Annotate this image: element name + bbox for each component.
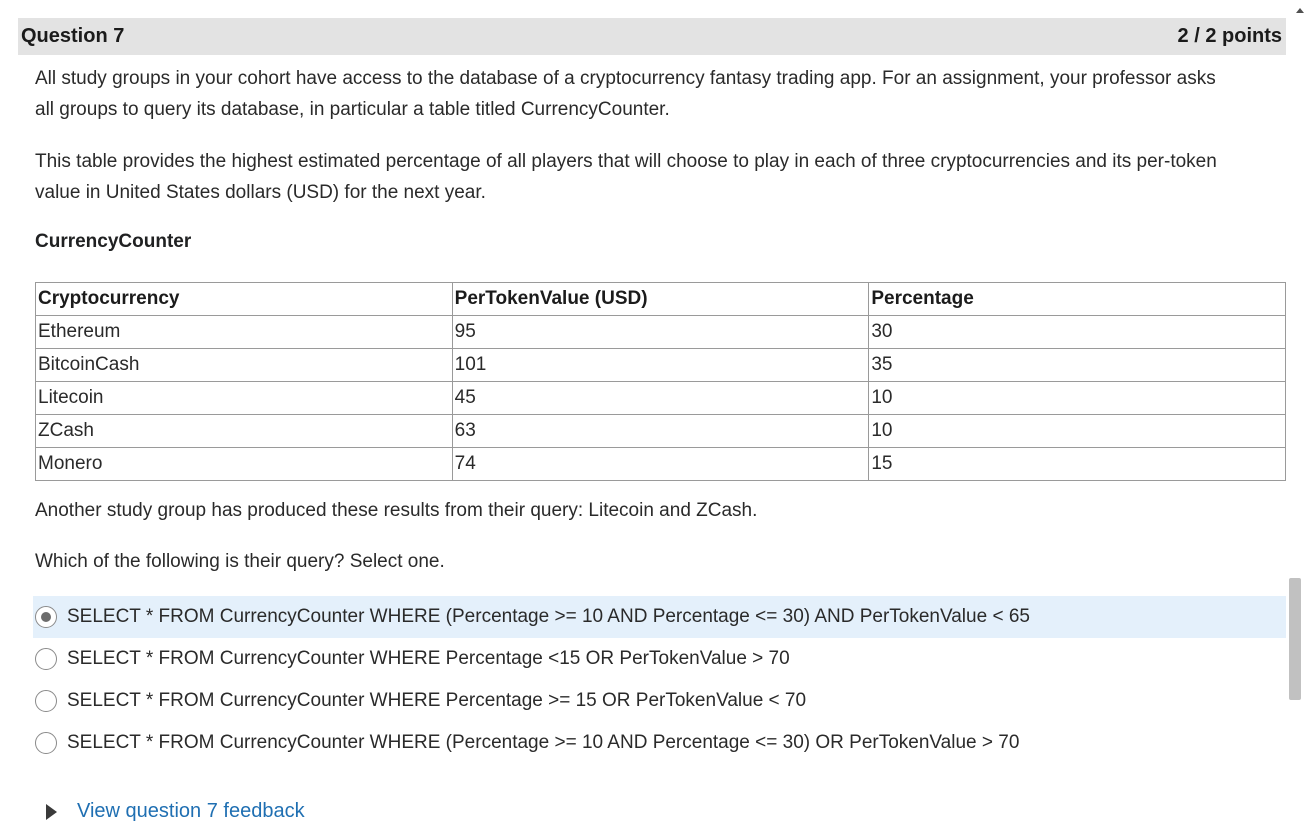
vertical-scrollbar[interactable] [1288,0,1310,839]
answer-option-3[interactable]: SELECT * FROM CurrencyCounter WHERE Perc… [35,680,1286,722]
table-cell: 10 [868,381,1286,415]
table-cell: 95 [451,315,870,349]
radio-unselected-icon[interactable] [35,690,57,712]
answer-option-label: SELECT * FROM CurrencyCounter WHERE Perc… [67,648,790,669]
radio-selected-icon[interactable] [35,606,57,628]
answer-option-label: SELECT * FROM CurrencyCounter WHERE (Per… [67,732,1020,753]
table-cell: Litecoin [35,381,453,415]
radio-unselected-icon[interactable] [35,732,57,754]
radio-dot-icon [41,612,51,622]
table-cell: Ethereum [35,315,453,349]
view-feedback-link[interactable]: View question 7 feedback [77,800,305,823]
table-title: CurrencyCounter [35,231,192,252]
table-cell: 45 [451,381,870,415]
question-title: Question 7 [21,25,125,47]
results-paragraph: Another study group has produced these r… [35,500,758,521]
table-header-row: Cryptocurrency PerTokenValue (USD) Perce… [35,282,1286,316]
scroll-up-arrow-icon[interactable] [1296,8,1304,13]
prompt-paragraph: Which of the following is their query? S… [35,551,445,572]
answer-option-4[interactable]: SELECT * FROM CurrencyCounter WHERE (Per… [35,722,1286,764]
answer-option-2[interactable]: SELECT * FROM CurrencyCounter WHERE Perc… [35,638,1286,680]
table-row: BitcoinCash 101 35 [35,348,1286,382]
table-cell: 74 [451,447,870,481]
table-cell: BitcoinCash [35,348,453,382]
table-cell: 30 [868,315,1286,349]
table-cell: 10 [868,414,1286,448]
scrollbar-thumb[interactable] [1289,578,1301,700]
answer-option-label: SELECT * FROM CurrencyCounter WHERE Perc… [67,690,807,711]
question-score: 2 / 2 points [1177,25,1282,47]
table-cell: 101 [451,348,870,382]
currency-table: Cryptocurrency PerTokenValue (USD) Perce… [35,282,1286,481]
radio-unselected-icon[interactable] [35,648,57,670]
table-row: Litecoin 45 10 [35,381,1286,415]
intro-paragraph: All study groups in your cohort have acc… [35,68,1216,120]
answer-option-label: SELECT * FROM CurrencyCounter WHERE (Per… [67,606,1030,627]
description-paragraph: This table provides the highest estimate… [35,151,1217,203]
table-row: Monero 74 15 [35,447,1286,481]
answer-options: SELECT * FROM CurrencyCounter WHERE (Per… [33,596,1286,764]
column-header: Cryptocurrency [35,282,453,316]
table-cell: Monero [35,447,453,481]
feedback-toggle[interactable]: View question 7 feedback [46,800,305,823]
table-cell: 15 [868,447,1286,481]
column-header: PerTokenValue (USD) [451,282,870,316]
table-cell: 35 [868,348,1286,382]
table-row: ZCash 63 10 [35,414,1286,448]
question-header: Question 7 2 / 2 points [18,18,1286,55]
table-row: Ethereum 95 30 [35,315,1286,349]
table-cell: ZCash [35,414,453,448]
table-cell: 63 [451,414,870,448]
answer-option-1[interactable]: SELECT * FROM CurrencyCounter WHERE (Per… [33,596,1286,638]
column-header: Percentage [868,282,1286,316]
triangle-right-icon[interactable] [46,803,57,820]
